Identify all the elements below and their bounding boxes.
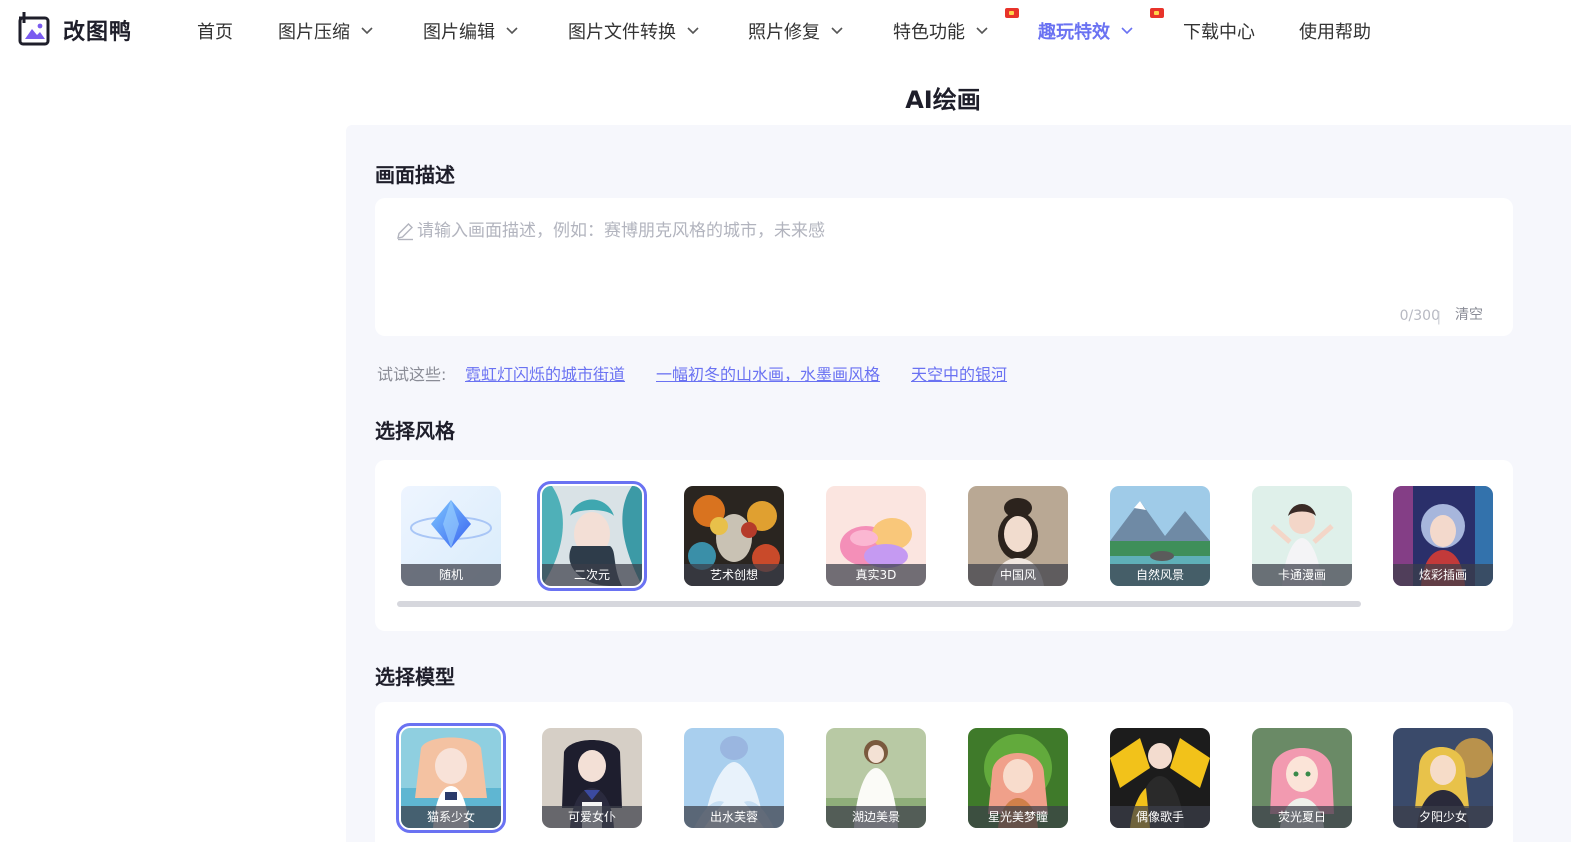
nav-item-label: 图片编辑: [423, 22, 495, 43]
style-list-scrollbar[interactable]: [397, 601, 1361, 607]
suggestion-link[interactable]: 一幅初冬的山水画，水墨画风格: [656, 361, 880, 385]
hot-badge-icon: [1150, 8, 1164, 18]
nav-item-compress[interactable]: 图片压缩: [278, 18, 374, 44]
nav-item-convert[interactable]: 图片文件转换: [568, 18, 700, 44]
clear-button[interactable]: 清空: [1455, 304, 1483, 324]
description-section-title: 画面描述: [375, 163, 455, 187]
style-option-random[interactable]: 随机: [401, 486, 501, 586]
style-option-cartoon[interactable]: 卡通漫画: [1252, 486, 1352, 586]
description-input[interactable]: [417, 218, 1417, 244]
model-option-idol-singer[interactable]: 偶像歌手: [1110, 728, 1210, 828]
nav-item-label: 图片压缩: [278, 22, 350, 43]
model-option-starlight[interactable]: 星光美梦瞳: [968, 728, 1068, 828]
ai-drawing-panel: 画面描述 0/300 | 清空 试试这些: 霓虹灯闪烁的城市街道 一幅初冬的山水…: [346, 125, 1571, 862]
style-option-art[interactable]: 艺术创想: [684, 486, 784, 586]
logo-icon[interactable]: [16, 11, 52, 47]
model-option-maid[interactable]: 可爱女仆: [542, 728, 642, 828]
separator: |: [1436, 310, 1441, 325]
nav-item-home[interactable]: 首页: [197, 18, 233, 44]
model-label: 出水芙蓉: [684, 806, 784, 828]
style-label: 真实3D: [826, 564, 926, 586]
style-list: 随机 二次元 艺术创想 真实3D 中国风 自然风景 卡通漫画 炫彩插画: [375, 460, 1513, 631]
style-label: 炫彩插画: [1393, 564, 1493, 586]
nav-item-label: 照片修复: [748, 22, 820, 43]
nav-item-label: 使用帮助: [1299, 22, 1371, 43]
nav-item-label: 图片文件转换: [568, 22, 676, 43]
page-title: AI绘画: [905, 86, 981, 114]
top-navigation: 改图鸭 首页 图片压缩 图片编辑 图片文件转换 照片修复 特色功能 趣玩特效 下…: [0, 0, 1571, 60]
chevron-down-icon: [831, 27, 843, 35]
chevron-down-icon: [687, 27, 699, 35]
pencil-icon: [397, 223, 413, 241]
chevron-down-icon: [506, 27, 518, 35]
model-label: 猫系少女: [401, 806, 501, 828]
style-option-colorful[interactable]: 炫彩插画: [1393, 486, 1493, 586]
style-option-anime[interactable]: 二次元: [537, 481, 647, 591]
suggestion-link[interactable]: 天空中的银河: [911, 361, 1007, 385]
nav-item-repair[interactable]: 照片修复: [748, 18, 844, 44]
style-label: 随机: [401, 564, 501, 586]
model-label: 偶像歌手: [1110, 806, 1210, 828]
nav-item-label: 首页: [197, 22, 233, 43]
nav-item-label: 趣玩特效: [1038, 22, 1110, 43]
nav-item-features[interactable]: 特色功能: [893, 18, 989, 44]
style-label: 艺术创想: [684, 564, 784, 586]
model-label: 星光美梦瞳: [968, 806, 1068, 828]
style-label: 二次元: [542, 564, 642, 586]
model-option-cat-girl[interactable]: 猫系少女: [396, 723, 506, 833]
model-section-title: 选择模型: [375, 665, 455, 689]
chevron-down-icon: [361, 27, 373, 35]
brand-name[interactable]: 改图鸭: [63, 14, 132, 46]
chevron-down-icon: [976, 27, 988, 35]
model-label: 荧光夏日: [1252, 806, 1352, 828]
nav-item-label: 特色功能: [893, 22, 965, 43]
model-label: 夕阳少女: [1393, 806, 1493, 828]
suggestion-link[interactable]: 霓虹灯闪烁的城市街道: [465, 361, 625, 385]
style-label: 自然风景: [1110, 564, 1210, 586]
nav-item-label: 下载中心: [1183, 22, 1255, 43]
model-label: 湖边美景: [826, 806, 926, 828]
chevron-down-icon: [1121, 27, 1133, 35]
style-option-real-3d[interactable]: 真实3D: [826, 486, 926, 586]
model-option-lakeside[interactable]: 湖边美景: [826, 728, 926, 828]
description-box: 0/300 | 清空: [375, 198, 1513, 336]
model-option-summer[interactable]: 荧光夏日: [1252, 728, 1352, 828]
style-label: 中国风: [968, 564, 1068, 586]
style-label: 卡通漫画: [1252, 564, 1352, 586]
model-label: 可爱女仆: [542, 806, 642, 828]
model-option-water-lotus[interactable]: 出水芙蓉: [684, 728, 784, 828]
model-option-sunset-girl[interactable]: 夕阳少女: [1393, 728, 1493, 828]
try-these-label: 试试这些:: [377, 365, 447, 384]
nav-item-help[interactable]: 使用帮助: [1299, 18, 1371, 44]
style-option-landscape[interactable]: 自然风景: [1110, 486, 1210, 586]
nav-item-edit[interactable]: 图片编辑: [423, 18, 519, 44]
nav-item-download[interactable]: 下载中心: [1183, 18, 1255, 44]
model-list: 猫系少女 可爱女仆 出水芙蓉 湖边美景 星光美梦瞳 偶像歌手 荧光夏日 夕阳少女: [375, 702, 1513, 862]
style-option-chinese[interactable]: 中国风: [968, 486, 1068, 586]
nav-item-fun-effects[interactable]: 趣玩特效: [1038, 18, 1134, 44]
style-section-title: 选择风格: [375, 419, 455, 443]
char-counter: 0/300: [1399, 308, 1440, 324]
hot-badge-icon: [1005, 8, 1019, 18]
